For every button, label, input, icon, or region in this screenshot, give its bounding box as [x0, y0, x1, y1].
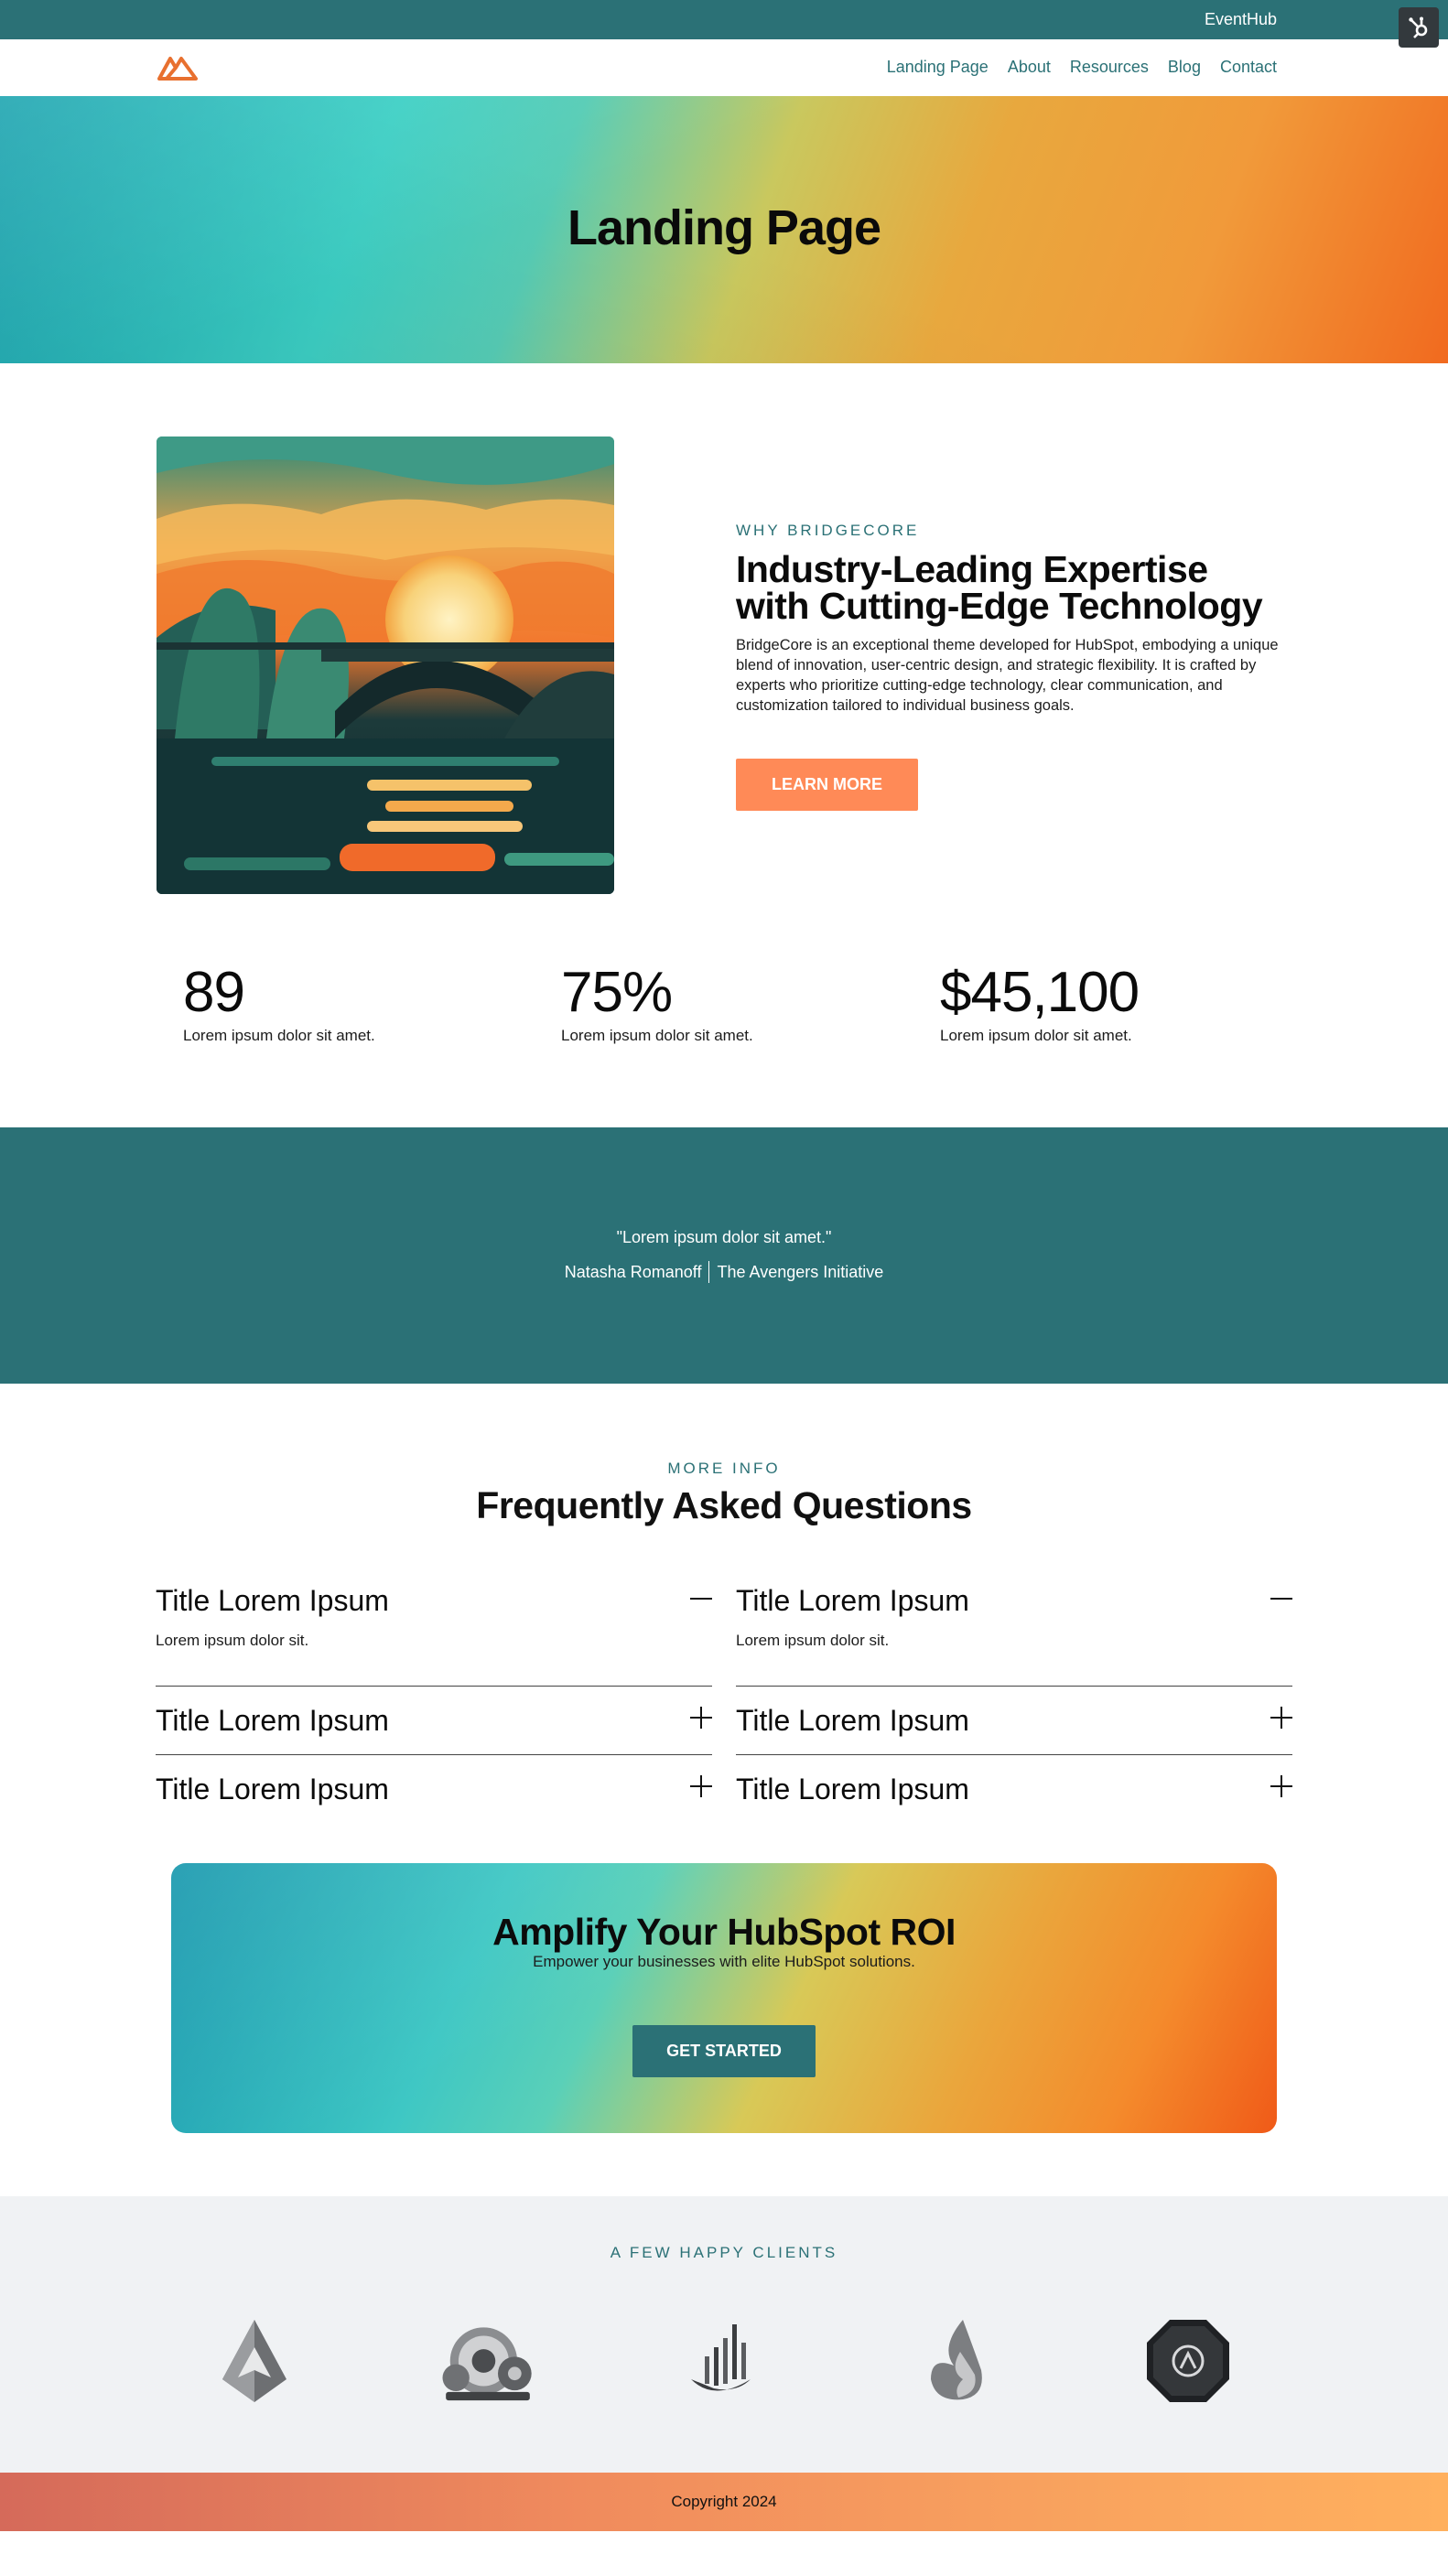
hero-banner: Landing Page: [0, 96, 1448, 363]
flame-logo-icon: [903, 2311, 1004, 2411]
nav-item-blog[interactable]: Blog: [1168, 58, 1201, 77]
faq-item[interactable]: Title Lorem Ipsum: [156, 1687, 712, 1755]
clients-section: A FEW HAPPY CLIENTS: [0, 2196, 1448, 2473]
feature-eyebrow: WHY BRIDGECORE: [736, 522, 920, 539]
faq-answer: Lorem ipsum dolor sit.: [736, 1632, 890, 1649]
faq-question[interactable]: Title Lorem Ipsum: [156, 1580, 712, 1619]
clients-eyebrow: A FEW HAPPY CLIENTS: [610, 2244, 838, 2261]
faq-title: Frequently Asked Questions: [476, 1484, 972, 1526]
minus-icon[interactable]: [1270, 1588, 1292, 1610]
divider: [708, 1261, 710, 1283]
testimonial-author: Natasha Romanoff The Avengers Initiative: [0, 1261, 1448, 1283]
nav-item-landing-page[interactable]: Landing Page: [887, 58, 989, 77]
nav-item-resources[interactable]: Resources: [1070, 58, 1149, 77]
faq-answer: Lorem ipsum dolor sit.: [156, 1632, 309, 1649]
faq-question[interactable]: Title Lorem Ipsum: [736, 1769, 1292, 1807]
bridge-sunset-image: [157, 437, 614, 894]
cta-subtitle: Empower your businesses with elite HubSp…: [533, 1953, 915, 1970]
testimonial-quote: "Lorem ipsum dolor sit amet.": [616, 1228, 832, 1246]
get-started-button[interactable]: GET STARTED: [632, 2025, 816, 2077]
cta-title: Amplify Your HubSpot ROI: [492, 1911, 956, 1953]
faq-question[interactable]: Title Lorem Ipsum: [156, 1769, 712, 1807]
faq-item[interactable]: Title Lorem Ipsum: [736, 1755, 1292, 1824]
copyright-text: Copyright 2024: [671, 2493, 777, 2510]
feature-text: WHY BRIDGECORE Industry-Leading Expertis…: [736, 522, 1290, 811]
faq-question[interactable]: Title Lorem Ipsum: [736, 1700, 1292, 1739]
stat-item: 89 Lorem ipsum dolor sit amet.: [183, 963, 375, 1045]
plus-icon[interactable]: [690, 1707, 712, 1729]
brand-name[interactable]: EventHub: [1205, 10, 1277, 29]
faq-question[interactable]: Title Lorem Ipsum: [736, 1580, 1292, 1619]
waves-logo-icon: [673, 2311, 773, 2411]
faq-column-right: Title Lorem Ipsum Lorem ipsum dolor sit.…: [736, 1580, 1292, 1824]
bridgecore-logo-icon[interactable]: [157, 52, 199, 81]
top-bar: EventHub: [0, 0, 1448, 39]
stats-section: 89 Lorem ipsum dolor sit amet. 75% Lorem…: [0, 912, 1448, 1127]
faq-item[interactable]: Title Lorem Ipsum: [736, 1687, 1292, 1755]
faq-item[interactable]: Title Lorem Ipsum Lorem ipsum dolor sit.: [156, 1580, 712, 1687]
faq-item[interactable]: Title Lorem Ipsum: [156, 1755, 712, 1824]
feature-section: WHY BRIDGECORE Industry-Leading Expertis…: [0, 363, 1448, 912]
stat-item: $45,100 Lorem ipsum dolor sit amet.: [940, 961, 1140, 1045]
faq-question[interactable]: Title Lorem Ipsum: [156, 1700, 712, 1739]
stat-value: 89: [183, 961, 245, 1024]
faq-section: MORE INFO Frequently Asked Questions Tit…: [0, 1384, 1448, 1848]
author-company: The Avengers Initiative: [717, 1262, 884, 1281]
feature-body: BridgeCore is an exceptional theme devel…: [736, 637, 1279, 714]
gears-logo-icon: [438, 2311, 538, 2411]
nav-menu: Landing Page About Resources Blog Contac…: [887, 58, 1277, 77]
faq-eyebrow: MORE INFO: [667, 1460, 781, 1477]
diamond-logo-icon: [204, 2311, 305, 2411]
stat-label: Lorem ipsum dolor sit amet.: [561, 1027, 753, 1044]
testimonial-section: "Lorem ipsum dolor sit amet." Natasha Ro…: [0, 1127, 1448, 1384]
author-name: Natasha Romanoff: [564, 1262, 702, 1281]
cta-section: Amplify Your HubSpot ROI Empower your bu…: [0, 1848, 1448, 2196]
plus-icon[interactable]: [690, 1775, 712, 1797]
plus-icon[interactable]: [1270, 1707, 1292, 1729]
main-nav: Landing Page About Resources Blog Contac…: [0, 39, 1448, 96]
cta-card: Amplify Your HubSpot ROI Empower your bu…: [171, 1863, 1277, 2133]
nav-item-contact[interactable]: Contact: [1220, 58, 1277, 77]
hero-title: Landing Page: [567, 200, 881, 255]
learn-more-button[interactable]: LEARN MORE: [736, 759, 918, 811]
faq-item[interactable]: Title Lorem Ipsum Lorem ipsum dolor sit.: [736, 1580, 1292, 1687]
stat-label: Lorem ipsum dolor sit amet.: [940, 1027, 1132, 1044]
plus-icon[interactable]: [1270, 1775, 1292, 1797]
minus-icon[interactable]: [690, 1588, 712, 1610]
hubspot-sprocket-icon[interactable]: [1399, 7, 1439, 48]
stat-value: $45,100: [940, 961, 1140, 1024]
stat-value: 75%: [561, 961, 673, 1024]
octagon-logo-icon: [1138, 2311, 1238, 2411]
stat-item: 75% Lorem ipsum dolor sit amet.: [561, 963, 753, 1045]
nav-item-about[interactable]: About: [1008, 58, 1051, 77]
stat-label: Lorem ipsum dolor sit amet.: [183, 1027, 375, 1044]
faq-column-left: Title Lorem Ipsum Lorem ipsum dolor sit.…: [156, 1580, 712, 1824]
feature-heading: Industry-Leading Expertise with Cutting-…: [736, 548, 1263, 627]
footer: Copyright 2024: [0, 2473, 1448, 2531]
